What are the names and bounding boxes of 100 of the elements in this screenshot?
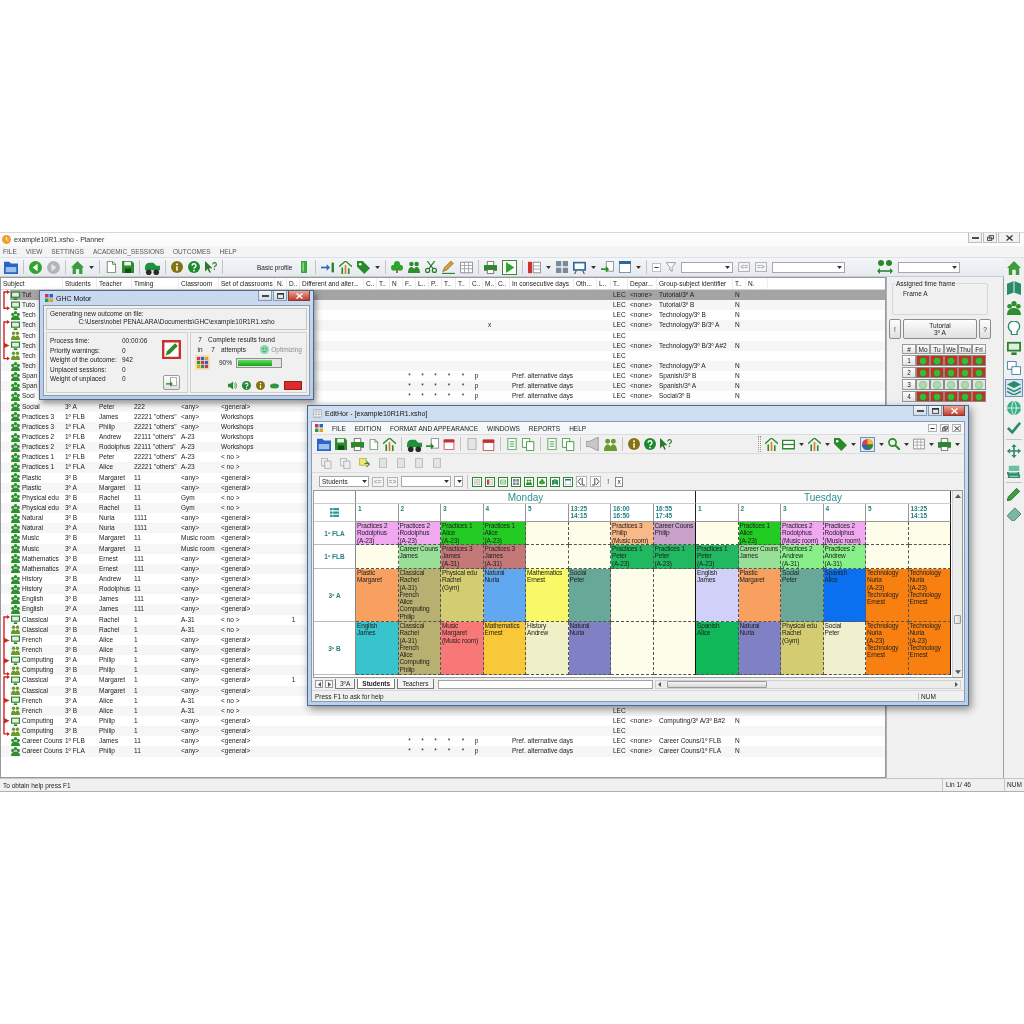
caret-icon[interactable] (89, 265, 94, 269)
folder-icon[interactable] (4, 260, 18, 274)
chart-icon[interactable] (808, 437, 821, 451)
time-slot-button[interactable] (972, 391, 986, 402)
dropdown-field[interactable] (897, 261, 960, 273)
caret-icon[interactable] (591, 265, 597, 269)
printer-icon[interactable] (938, 437, 951, 451)
arrow-icon[interactable] (321, 260, 335, 274)
chart-icon[interactable] (383, 437, 396, 451)
info-icon[interactable] (628, 438, 640, 450)
time-slot-button[interactable] (972, 355, 986, 366)
document-icon[interactable] (506, 438, 518, 450)
help-icon[interactable] (242, 381, 251, 390)
time-slot-button[interactable] (916, 379, 930, 390)
people-icon[interactable] (524, 476, 535, 487)
scroll-thumb[interactable] (954, 614, 961, 624)
time-slot-button[interactable] (944, 355, 958, 366)
document-icon[interactable] (368, 438, 379, 450)
minimize-button[interactable] (968, 233, 982, 243)
vertical-scrollbar[interactable] (952, 491, 962, 677)
back-icon[interactable] (29, 260, 42, 274)
group-icon[interactable] (1005, 299, 1023, 317)
caret-icon[interactable] (904, 442, 909, 446)
save-icon[interactable] (335, 438, 347, 450)
time-slot-button[interactable] (916, 367, 930, 378)
time-slot-button[interactable] (958, 367, 972, 378)
dropdown-field[interactable] (771, 261, 845, 273)
help-icon[interactable] (188, 261, 200, 273)
dropdown-field[interactable] (681, 261, 734, 273)
tree-icon[interactable] (537, 476, 548, 487)
window-icon[interactable] (563, 476, 574, 487)
check-icon[interactable] (1005, 419, 1023, 437)
calendar-icon[interactable] (482, 437, 495, 451)
table-icon[interactable] (460, 260, 474, 274)
maximize-button[interactable] (273, 291, 287, 301)
time-slot-button[interactable] (958, 379, 972, 390)
info-icon[interactable] (171, 261, 183, 273)
layers-icon[interactable] (1005, 379, 1023, 397)
oval-icon[interactable] (270, 382, 279, 389)
import-icon[interactable] (359, 457, 370, 469)
close-button[interactable] (288, 291, 310, 301)
save-icon[interactable] (122, 261, 134, 273)
previous-sheet-button[interactable] (315, 680, 323, 688)
play-icon[interactable] (502, 259, 518, 275)
close-button[interactable] (998, 233, 1020, 243)
export-button[interactable] (163, 375, 180, 390)
caret-icon[interactable] (375, 265, 381, 269)
time-slot-button[interactable] (972, 367, 986, 378)
dropdown-field[interactable] (401, 476, 452, 487)
time-slot-button[interactable] (944, 379, 958, 390)
minimize-button[interactable] (913, 406, 927, 416)
caret-icon[interactable] (929, 442, 934, 446)
minimize-button[interactable] (928, 424, 937, 432)
filter-icon[interactable] (666, 262, 677, 272)
search-icon[interactable] (888, 438, 900, 450)
document-icon[interactable] (546, 438, 558, 450)
close-button[interactable] (943, 406, 965, 416)
time-slot-button[interactable] (916, 355, 930, 366)
swap-icon[interactable] (876, 259, 893, 275)
time-slot-button[interactable] (944, 367, 958, 378)
tag-icon[interactable] (834, 437, 847, 451)
pen-icon[interactable] (442, 260, 456, 274)
horizontal-scrollbar[interactable] (655, 679, 961, 689)
time-slot-button[interactable] (930, 379, 944, 390)
bracket-left-icon[interactable] (576, 476, 588, 487)
maximize-button[interactable] (928, 406, 942, 416)
move-icon[interactable] (1005, 442, 1023, 460)
book-icon[interactable] (1005, 279, 1023, 297)
export-icon[interactable] (601, 260, 615, 274)
close-button[interactable] (952, 424, 961, 432)
chart-icon[interactable] (339, 260, 353, 274)
calendar-icon[interactable] (443, 438, 455, 450)
scissors-icon[interactable] (425, 261, 438, 273)
time-slot-button[interactable] (958, 355, 972, 366)
eraser-icon[interactable] (1005, 505, 1023, 523)
printer-icon[interactable] (351, 437, 364, 451)
home-icon[interactable] (1005, 259, 1023, 277)
tag-icon[interactable] (357, 260, 371, 274)
windows-icon[interactable] (1005, 359, 1023, 377)
table-icon[interactable] (913, 438, 925, 450)
scroll-thumb[interactable] (667, 680, 767, 688)
chart-icon[interactable] (765, 437, 778, 451)
next-sheet-button[interactable] (325, 680, 333, 688)
minimize-button[interactable] (258, 291, 272, 301)
columns-icon[interactable] (528, 260, 542, 274)
context-help-icon[interactable] (660, 438, 672, 450)
head-icon[interactable] (1005, 319, 1023, 337)
speaker-icon[interactable] (228, 381, 237, 390)
book-icon[interactable] (550, 476, 561, 487)
caret-icon[interactable] (636, 265, 642, 269)
document-icon[interactable] (105, 261, 117, 273)
grid-icon[interactable] (330, 508, 339, 517)
time-slot-button[interactable] (972, 379, 986, 390)
collapse-icon[interactable] (652, 262, 662, 272)
context-help-icon[interactable] (205, 261, 217, 273)
printer-icon[interactable] (484, 260, 498, 274)
dropdown-field[interactable] (454, 476, 464, 487)
caret-icon[interactable] (955, 442, 960, 446)
edit-icon[interactable] (162, 340, 181, 359)
export-icon[interactable] (426, 437, 439, 451)
